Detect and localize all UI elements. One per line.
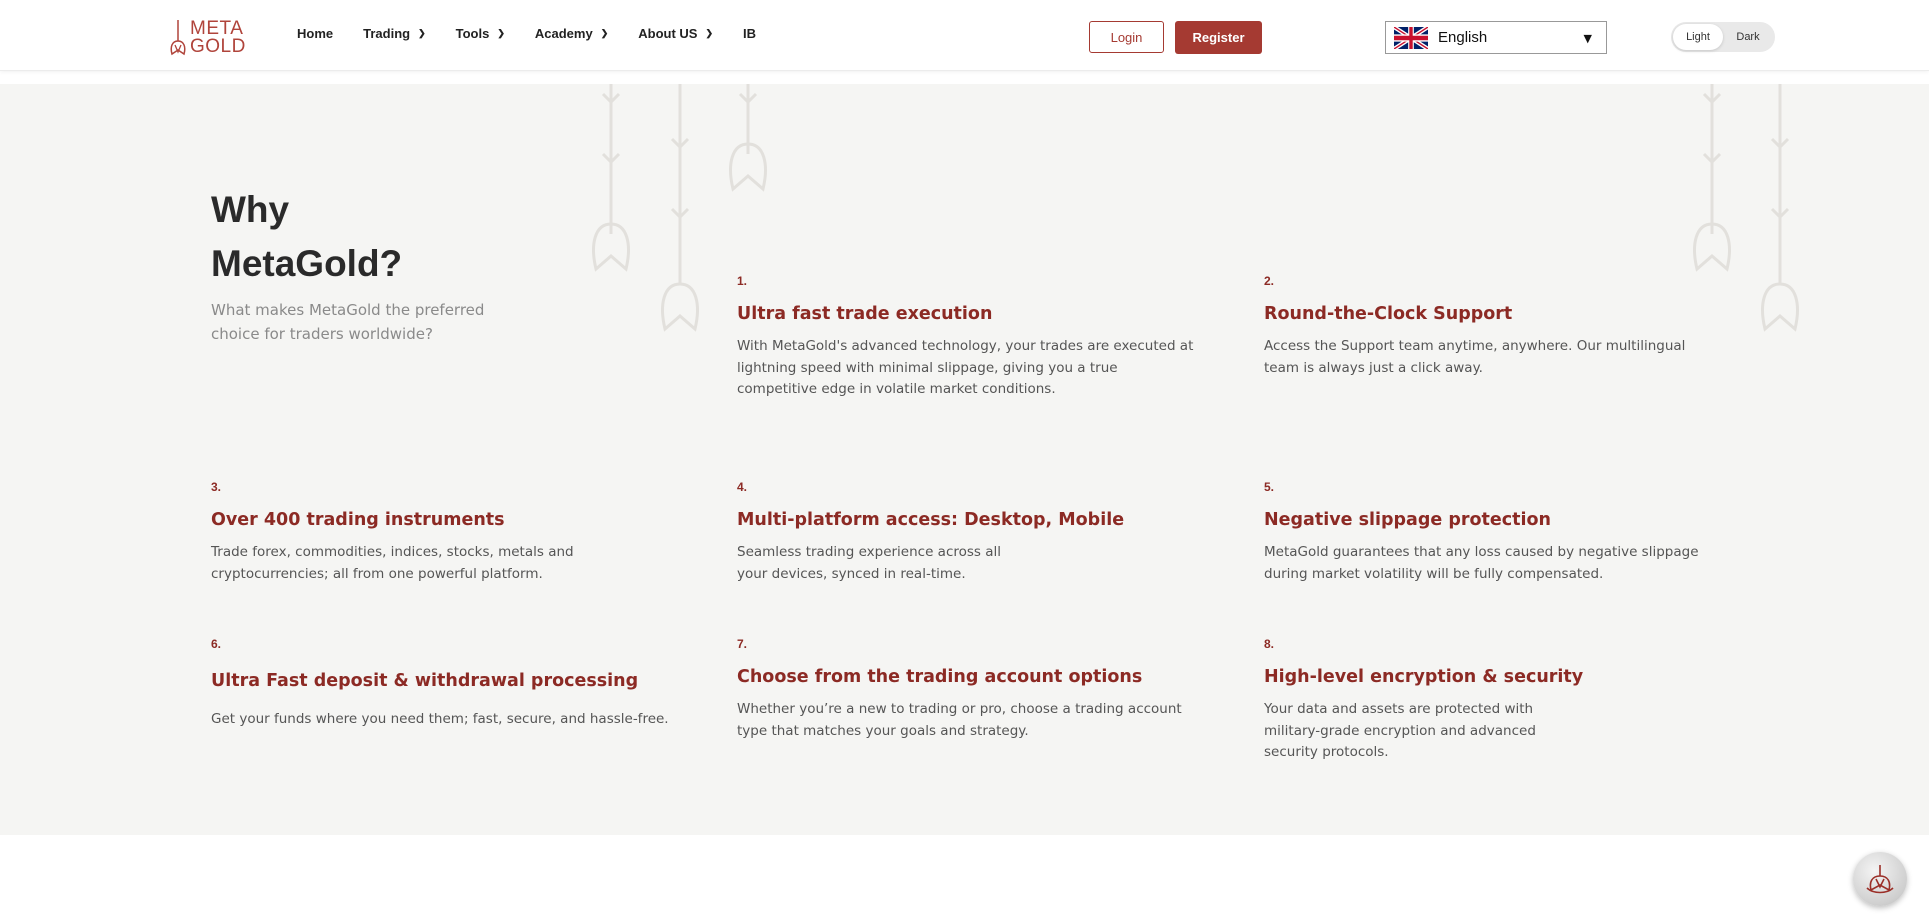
feature-description: Get your funds where you need them; fast… xyxy=(211,711,669,727)
feature-item: 3. Over 400 trading instruments Trade fo… xyxy=(211,480,591,585)
feature-title: Choose from the trading account options xyxy=(737,667,1143,687)
feature-description: With MetaGold's advanced technology, you… xyxy=(737,338,1194,397)
chat-widget-button[interactable] xyxy=(1853,852,1907,906)
feature-description: Seamless trading experience across all y… xyxy=(737,544,1002,582)
feature-number: 8. xyxy=(1264,637,1275,651)
language-select[interactable]: English ▼ xyxy=(1385,21,1607,54)
nav-home-label: Home xyxy=(297,26,334,41)
nav-academy-label: Academy xyxy=(534,26,593,41)
feature-description: MetaGold guarantees that any loss caused… xyxy=(1264,544,1699,582)
nav-about-label: About US xyxy=(638,26,698,41)
feature-description: Access the Support team anytime, anywher… xyxy=(1264,338,1686,376)
feature-description: Trade forex, commodities, indices, stock… xyxy=(211,544,574,582)
chevron-down-icon: ❯ xyxy=(705,28,713,38)
feature-item: 1. Ultra fast trade execution With MetaG… xyxy=(737,274,1197,401)
feature-item: 6. Ultra Fast deposit & withdrawal proce… xyxy=(211,637,681,731)
feature-number: 4. xyxy=(737,480,748,494)
uk-flag-icon xyxy=(1394,26,1428,49)
login-button[interactable]: Login xyxy=(1089,21,1164,53)
feature-item: 8. High-level encryption & security Your… xyxy=(1264,637,1584,764)
nav-tools-label: Tools xyxy=(455,26,490,41)
feature-number: 5. xyxy=(1264,480,1275,494)
site-header: META GOLD Home Trading ❯ Tools ❯ Academy ❯ … xyxy=(0,0,1929,71)
feature-title: Over 400 trading instruments xyxy=(211,510,505,530)
feature-title: High-level encryption & security xyxy=(1264,667,1584,687)
logo-wordmark: META GOLD xyxy=(190,19,246,57)
theme-light-option[interactable]: Light xyxy=(1673,24,1723,50)
feature-description: Your data and assets are protected with … xyxy=(1264,701,1536,760)
feature-number: 3. xyxy=(211,480,222,494)
tulip-chat-icon xyxy=(1866,865,1894,894)
nav-ib-label: IB xyxy=(743,26,756,41)
nav-trading[interactable]: Trading ❯ xyxy=(363,26,426,41)
tulip-logo-icon xyxy=(170,20,186,56)
nav-trading-label: Trading xyxy=(363,26,411,41)
feature-item: 7. Choose from the trading account optio… xyxy=(737,637,1187,742)
theme-toggle[interactable]: Light Dark xyxy=(1671,22,1775,52)
chevron-down-icon: ❯ xyxy=(600,28,609,38)
register-button[interactable]: Register xyxy=(1175,21,1262,54)
feature-description: Whether you’re a new to trading or pro, … xyxy=(737,701,1182,739)
feature-title: Multi-platform access: Desktop, Mobile xyxy=(737,510,1125,530)
section-title: Why MetaGold? xyxy=(211,183,541,291)
section-subtitle: What makes MetaGold the preferred choice… xyxy=(211,301,485,343)
main-nav: Home Trading ❯ Tools ❯ Academy ❯ About US ❯ … xyxy=(297,26,786,41)
nav-home[interactable]: Home xyxy=(297,26,333,41)
feature-item: 2. Round-the-Clock Support Access the Su… xyxy=(1264,274,1724,379)
feature-title: Ultra Fast deposit & withdrawal processi… xyxy=(211,671,639,691)
nav-ib[interactable]: IB xyxy=(743,26,756,41)
metagold-logo[interactable]: META GOLD xyxy=(168,18,252,58)
nav-academy[interactable]: Academy ❯ xyxy=(535,26,608,41)
feature-number: 6. xyxy=(211,637,222,651)
language-selected-value: English xyxy=(1438,29,1488,46)
feature-item: 5. Negative slippage protection MetaGold… xyxy=(1264,480,1714,585)
chevron-down-icon: ❯ xyxy=(418,28,426,38)
caret-down-icon: ▼ xyxy=(1583,32,1592,45)
feature-number: 1. xyxy=(737,274,748,288)
feature-number: 7. xyxy=(737,637,748,651)
feature-title: Negative slippage protection xyxy=(1264,510,1551,530)
chevron-down-icon: ❯ xyxy=(497,28,505,38)
section-title-line2: MetaGold? xyxy=(211,243,403,284)
nav-about-us[interactable]: About US ❯ xyxy=(638,26,713,41)
section-title-line1: Why xyxy=(211,189,290,230)
nav-tools[interactable]: Tools ❯ xyxy=(456,26,505,41)
feature-item: 4. Multi-platform access: Desktop, Mobil… xyxy=(737,480,1125,585)
feature-number: 2. xyxy=(1264,274,1275,288)
theme-dark-option[interactable]: Dark xyxy=(1723,24,1773,50)
feature-title: Round-the-Clock Support xyxy=(1264,304,1513,324)
logo-word-gold: GOLD xyxy=(190,36,246,57)
feature-title: Ultra fast trade execution xyxy=(737,304,993,324)
